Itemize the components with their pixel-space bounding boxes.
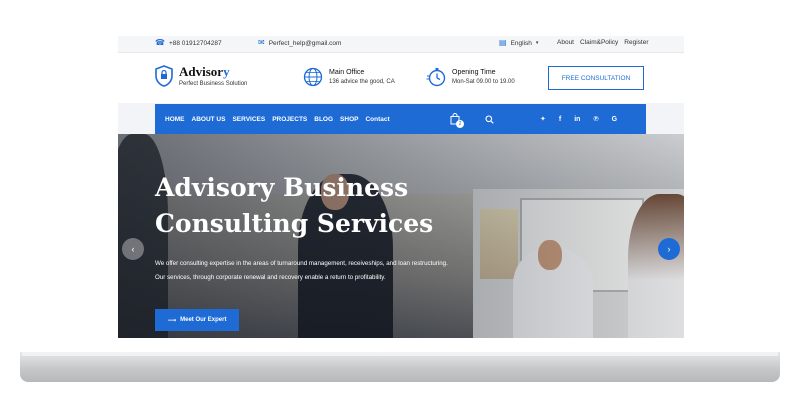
brand-name-main: Advisor xyxy=(179,64,224,79)
top-link-about[interactable]: About xyxy=(557,39,574,46)
top-bar: ☎ +88 01912704287 ✉ Perfect_help@gmail.c… xyxy=(118,36,684,53)
hours-title: Opening Time xyxy=(452,69,496,76)
google-icon[interactable]: G xyxy=(612,116,617,123)
site-logo[interactable]: Advisory Perfect Business Solution xyxy=(155,65,247,87)
top-link-register[interactable]: Register xyxy=(624,39,648,46)
brand-tagline: Perfect Business Solution xyxy=(179,81,248,87)
top-links: About Claim&Policy Register xyxy=(557,39,649,46)
brand-name-accent: y xyxy=(223,64,230,79)
email-address: Perfect_help@gmail.com xyxy=(268,39,342,47)
slider-prev-button[interactable]: ‹ xyxy=(122,238,144,260)
translate-icon: ▤ xyxy=(499,38,507,47)
cart-button[interactable]: 2 xyxy=(450,104,464,134)
chevron-left-icon: ‹ xyxy=(131,244,135,254)
phone-contact[interactable]: ☎ +88 01912704287 xyxy=(155,39,222,47)
office-address: 136 advice the good, CA xyxy=(329,79,395,85)
nav-item-services[interactable]: SERVICES xyxy=(232,116,265,123)
nav-item-shop[interactable]: SHOP xyxy=(340,116,358,123)
chevron-right-icon: › xyxy=(667,244,671,254)
brand-name: Advisory xyxy=(179,65,247,78)
arrow-right-icon: ⟶ xyxy=(167,317,177,324)
search-button[interactable] xyxy=(485,104,494,134)
hero-slider: Advisory Business Consulting Services We… xyxy=(118,134,684,338)
device-lip xyxy=(22,352,778,356)
nav-item-home[interactable]: HOME xyxy=(165,116,185,123)
language-selector[interactable]: ▤ English ▾ xyxy=(499,39,538,47)
phone-number: +88 01912704287 xyxy=(168,39,222,47)
free-consultation-button[interactable]: FREE CONSULTATION xyxy=(548,66,644,90)
search-icon xyxy=(485,114,494,124)
device-base xyxy=(20,352,780,382)
office-title: Main Office xyxy=(329,69,365,76)
shield-icon xyxy=(155,65,173,87)
main-navigation: HOME ABOUT US SERVICES PROJECTS BLOG SHO… xyxy=(155,104,646,134)
nav-item-contact[interactable]: Contact xyxy=(365,116,389,123)
main-office-info: Main Office 136 advice the good, CA xyxy=(303,67,395,87)
globe-icon xyxy=(303,67,323,87)
hero-title: Advisory Business Consulting Services xyxy=(155,170,475,242)
slider-next-button[interactable]: › xyxy=(658,238,680,260)
browser-viewport: ☎ +88 01912704287 ✉ Perfect_help@gmail.c… xyxy=(118,36,684,338)
nav-item-blog[interactable]: BLOG xyxy=(314,116,333,123)
opening-time-info: Opening Time Mon-Sat 09.00 to 19.00 xyxy=(426,67,515,87)
meet-expert-label: Meet Our Expert xyxy=(180,317,227,323)
email-icon: ✉ xyxy=(258,38,265,47)
pinterest-icon[interactable]: ℗ xyxy=(593,116,598,123)
phone-icon: ☎ xyxy=(155,38,165,47)
chevron-down-icon: ▾ xyxy=(535,40,539,46)
site-header: Advisory Perfect Business Solution Main … xyxy=(118,53,684,103)
hero-description: We offer consulting expertise in the are… xyxy=(155,260,448,281)
nav-item-projects[interactable]: PROJECTS xyxy=(272,116,307,123)
meet-expert-button[interactable]: ⟶ Meet Our Expert xyxy=(155,309,239,331)
stopwatch-icon xyxy=(426,68,446,87)
email-contact[interactable]: ✉ Perfect_help@gmail.com xyxy=(258,39,341,47)
cart-count-badge: 2 xyxy=(456,120,464,128)
top-link-claim-policy[interactable]: Claim&Policy xyxy=(580,39,618,46)
hours-value: Mon-Sat 09.00 to 19.00 xyxy=(452,79,515,85)
hero-title-line-2: Consulting Services xyxy=(155,209,434,238)
social-links: ✦ f in ℗ G xyxy=(540,104,617,134)
nav-item-about-us[interactable]: ABOUT US xyxy=(192,116,226,123)
language-label: English xyxy=(510,39,532,47)
facebook-icon[interactable]: f xyxy=(559,116,561,123)
twitter-icon[interactable]: ✦ xyxy=(540,115,546,123)
linkedin-icon[interactable]: in xyxy=(574,116,580,123)
hero-title-line-1: Advisory Business xyxy=(155,173,409,202)
